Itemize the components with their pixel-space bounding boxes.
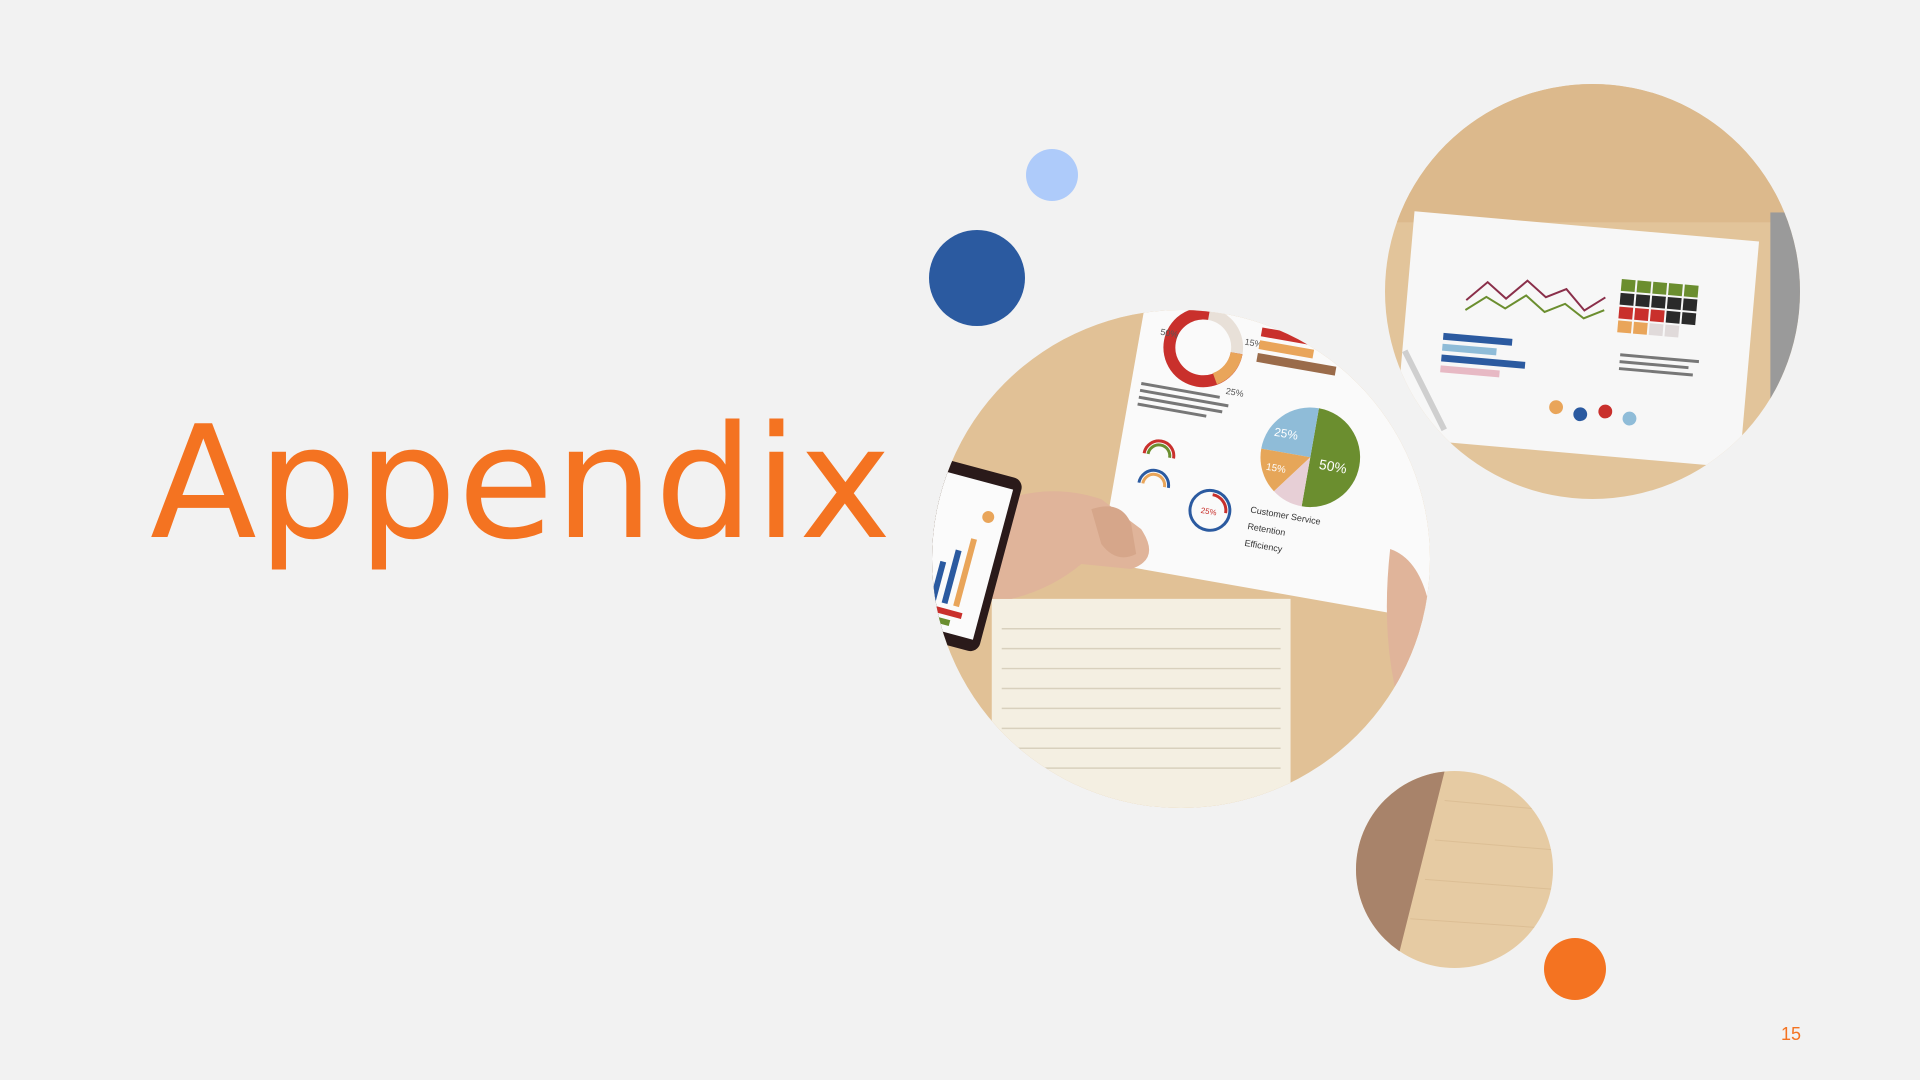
desk-photo-small — [1356, 771, 1553, 968]
orange-circle-decoration — [1544, 938, 1606, 1000]
report-photo-top — [1385, 84, 1800, 499]
light-blue-circle-decoration — [1026, 149, 1078, 201]
slide: Appendix 50% 15% 25% 50% 25% 15% 25% Cus… — [0, 0, 1920, 1080]
page-number: 15 — [1781, 1024, 1802, 1044]
report-photo-main-illustration: 50% 15% 25% 50% 25% 15% 25% Customer Ser… — [932, 310, 1430, 808]
desk-photo-small-illustration — [1356, 771, 1553, 968]
dark-blue-circle-decoration — [929, 230, 1025, 326]
report-photo-main: 50% 15% 25% 50% 25% 15% 25% Customer Ser… — [932, 310, 1430, 808]
slide-title: Appendix — [150, 392, 893, 574]
report-photo-top-illustration — [1385, 84, 1800, 499]
